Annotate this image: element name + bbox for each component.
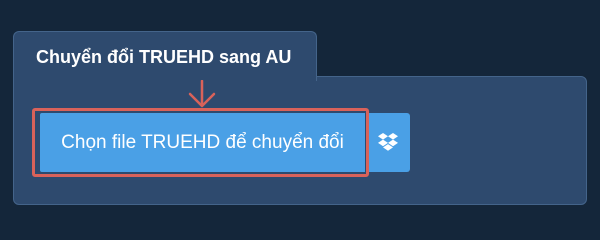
arrow-down-icon bbox=[188, 80, 216, 108]
highlight-box bbox=[32, 108, 369, 177]
dropbox-icon bbox=[378, 133, 398, 151]
panel-title: Chuyển đổi TRUEHD sang AU bbox=[36, 47, 292, 67]
converter-stage: Chuyển đổi TRUEHD sang AU Chọn file TRUE… bbox=[0, 0, 600, 230]
dropbox-button[interactable] bbox=[366, 113, 410, 172]
tab-joint bbox=[14, 74, 316, 80]
